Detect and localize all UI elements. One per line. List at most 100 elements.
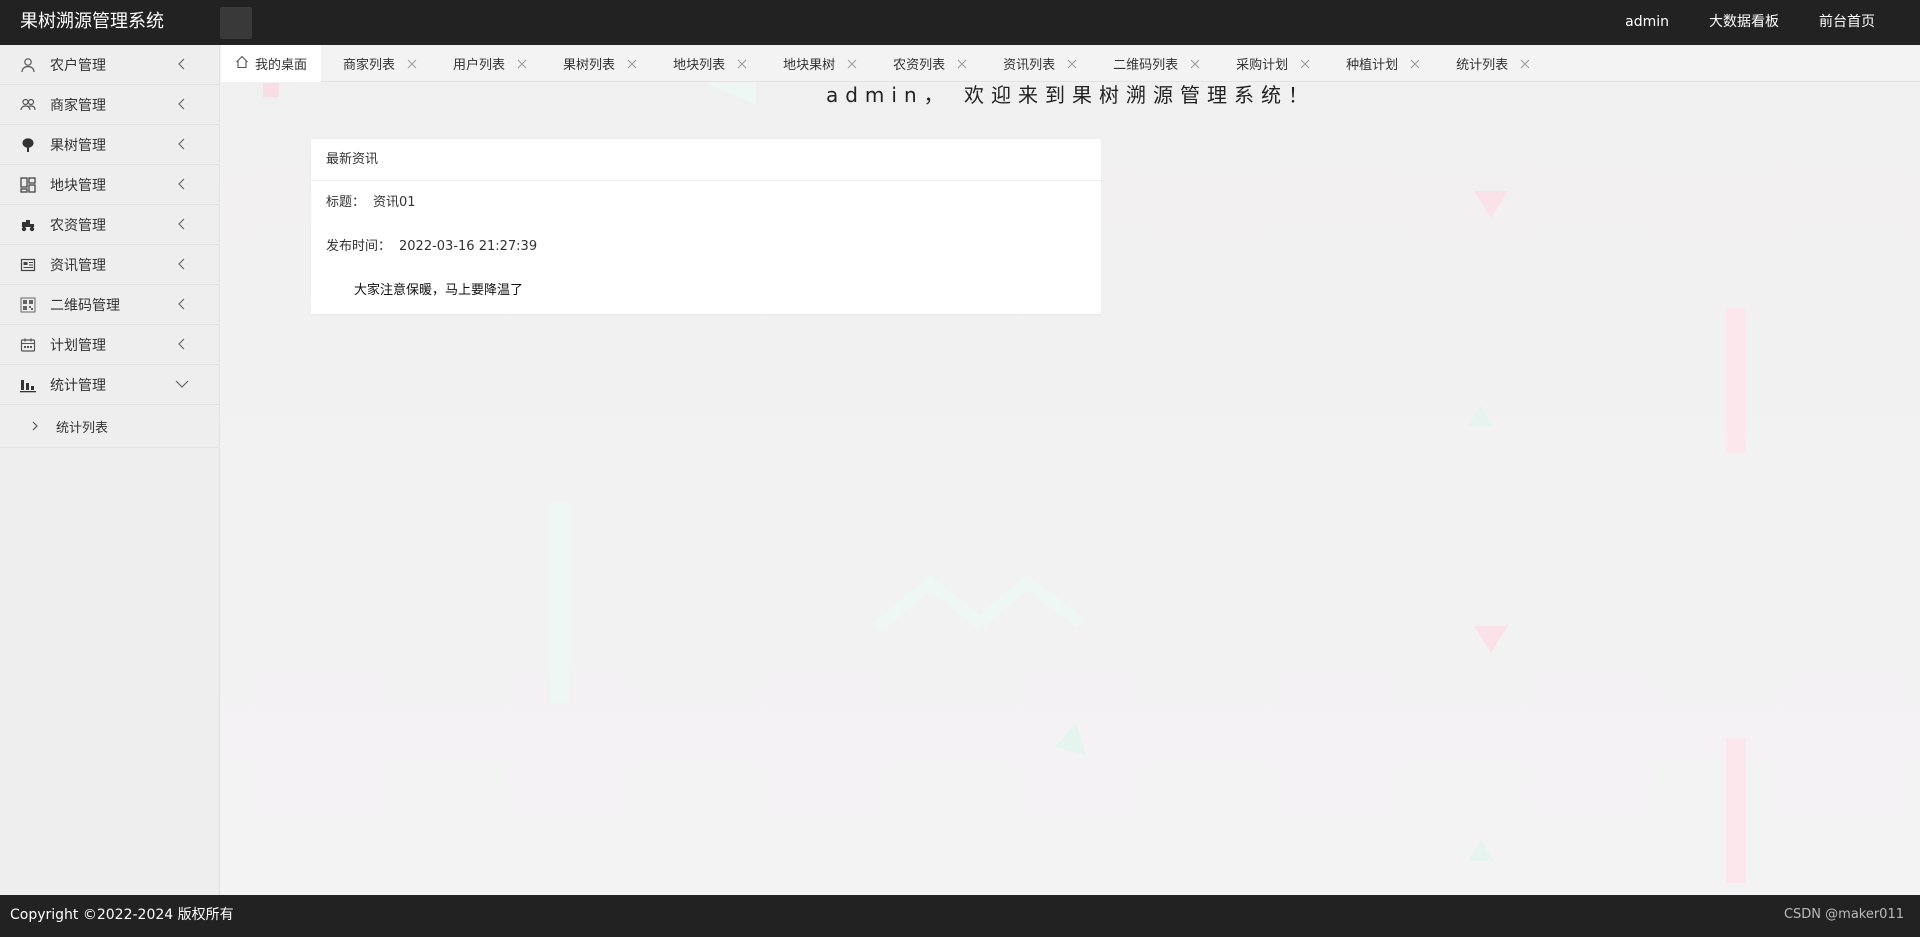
sidebar-item-qrcode[interactable]: 二维码管理	[0, 285, 219, 325]
sidebar-subitem-label: 统计列表	[56, 420, 109, 436]
chevron-left-icon	[178, 218, 185, 230]
top-header: 果树溯源管理系统 admin 大数据看板 前台首页	[0, 0, 1920, 45]
tab-label: 地块列表	[673, 58, 726, 73]
sidebar-toggle-button[interactable]	[220, 7, 252, 39]
top-nav-frontend-home[interactable]: 前台首页	[1799, 0, 1895, 45]
tab-fruit-tree-list[interactable]: 果树列表	[541, 45, 651, 82]
close-icon[interactable]	[1410, 59, 1420, 69]
tab-label: 用户列表	[453, 58, 506, 73]
sidebar-item-fruit-trees[interactable]: 果树管理	[0, 125, 219, 165]
chevron-right-icon	[32, 421, 38, 431]
top-nav-admin[interactable]: admin	[1605, 0, 1689, 45]
watermark-text: CSDN @maker011	[1783, 907, 1904, 922]
news-title-value: 资讯01	[373, 195, 416, 210]
news-icon	[20, 257, 36, 273]
close-icon[interactable]	[627, 59, 637, 69]
sidebar-item-label: 商家管理	[50, 97, 106, 114]
news-time-label: 发布时间：	[326, 239, 392, 254]
background-decoration	[550, 503, 570, 703]
tab-label: 果树列表	[563, 58, 616, 73]
users-icon	[20, 97, 36, 113]
tab-merchant-list[interactable]: 商家列表	[321, 45, 431, 82]
tree-icon	[20, 137, 36, 153]
sidebar-item-label: 二维码管理	[50, 297, 120, 314]
tab-label: 采购计划	[1236, 58, 1289, 73]
copyright-text: Copyright ©2022-2024 版权所有	[10, 907, 234, 923]
news-time-value: 2022-03-16 21:27:39	[399, 239, 538, 254]
welcome-message: admin， 欢迎来到果树溯源管理系统！	[825, 83, 1316, 107]
sidebar-item-label: 农资管理	[50, 217, 106, 234]
tab-label: 我的桌面	[255, 58, 308, 73]
sidebar-item-merchants[interactable]: 商家管理	[0, 85, 219, 125]
sidebar-item-label: 计划管理	[50, 337, 106, 354]
tab-statistics-list[interactable]: 统计列表	[1434, 45, 1544, 82]
tab-my-desktop[interactable]: 我的桌面	[221, 45, 322, 82]
close-icon[interactable]	[1300, 59, 1310, 69]
top-nav-dashboard[interactable]: 大数据看板	[1689, 0, 1799, 45]
chevron-left-icon	[178, 178, 185, 190]
tab-news-list[interactable]: 资讯列表	[981, 45, 1091, 82]
qrcode-icon	[20, 297, 36, 313]
chevron-left-icon	[178, 258, 185, 270]
background-decoration	[1468, 840, 1494, 861]
footer: Copyright ©2022-2024 版权所有 CSDN @maker011	[0, 895, 1920, 937]
close-icon[interactable]	[847, 59, 857, 69]
tab-planting-plan[interactable]: 种植计划	[1324, 45, 1434, 82]
background-decoration	[1468, 405, 1494, 426]
close-icon[interactable]	[407, 59, 417, 69]
tab-plot-fruit-trees[interactable]: 地块果树	[761, 45, 871, 82]
sidebar-item-supplies[interactable]: 农资管理	[0, 205, 219, 245]
background-decoration	[1726, 308, 1746, 453]
sidebar-item-label: 资讯管理	[50, 257, 106, 274]
chevron-left-icon	[178, 58, 185, 70]
close-icon[interactable]	[1190, 59, 1200, 69]
sidebar-item-plots[interactable]: 地块管理	[0, 165, 219, 205]
sidebar-item-news[interactable]: 资讯管理	[0, 245, 219, 285]
background-decoration	[872, 575, 1085, 633]
sidebar-item-statistics[interactable]: 统计管理	[0, 365, 219, 405]
close-icon[interactable]	[517, 59, 527, 69]
card-header: 最新资讯	[311, 139, 1101, 181]
chevron-down-icon	[175, 380, 189, 388]
user-icon	[20, 57, 36, 73]
news-content: 大家注意保暖，马上要降温了	[354, 283, 524, 298]
sidebar-item-plans[interactable]: 计划管理	[0, 325, 219, 365]
sidebar-item-label: 果树管理	[50, 137, 106, 154]
chevron-left-icon	[178, 298, 185, 310]
close-icon[interactable]	[737, 59, 747, 69]
sidebar-item-label: 地块管理	[50, 177, 106, 194]
tab-supplies-list[interactable]: 农资列表	[871, 45, 981, 82]
submenu-statistics: 统计列表	[0, 405, 219, 448]
home-icon	[236, 55, 248, 68]
tab-label: 种植计划	[1346, 58, 1399, 73]
tab-plot-list[interactable]: 地块列表	[651, 45, 761, 82]
top-nav: admin 大数据看板 前台首页	[1605, 0, 1895, 45]
chevron-left-icon	[178, 98, 185, 110]
news-title-row: 标题： 资讯01	[311, 181, 1101, 225]
plan-icon	[20, 337, 36, 353]
tab-label: 二维码列表	[1113, 58, 1179, 73]
chevron-left-icon	[178, 338, 185, 350]
close-icon[interactable]	[957, 59, 967, 69]
bar-chart-icon	[20, 377, 36, 393]
background-decoration	[1726, 738, 1746, 883]
app-title: 果树溯源管理系统	[20, 11, 164, 32]
sidebar-item-label: 统计管理	[50, 377, 106, 394]
tab-label: 地块果树	[783, 58, 836, 73]
latest-news-card: 最新资讯 标题： 资讯01 发布时间： 2022-03-16 21:27:39 大家…	[311, 139, 1101, 314]
main-content: admin， 欢迎来到果树溯源管理系统！ 最新资讯 标题： 资讯01 发布时间： 2…	[221, 83, 1920, 895]
chevron-left-icon	[178, 138, 185, 150]
tractor-icon	[20, 217, 36, 233]
close-icon[interactable]	[1067, 59, 1077, 69]
tab-bar: 我的桌面 商家列表 用户列表 果树列表 地块列表 地块果树 农资列表 资讯列表 …	[221, 45, 1920, 82]
close-icon[interactable]	[1520, 59, 1530, 69]
sidebar-item-farmers[interactable]: 农户管理	[0, 45, 219, 85]
tab-qrcode-list[interactable]: 二维码列表	[1091, 45, 1214, 82]
background-decoration	[1474, 191, 1508, 218]
background-decoration	[1055, 722, 1086, 755]
tab-user-list[interactable]: 用户列表	[431, 45, 541, 82]
background-decoration	[1474, 626, 1508, 653]
tab-label: 商家列表	[343, 58, 396, 73]
tab-purchase-plan[interactable]: 采购计划	[1214, 45, 1324, 82]
sidebar-subitem-stat-list[interactable]: 统计列表	[0, 405, 219, 447]
